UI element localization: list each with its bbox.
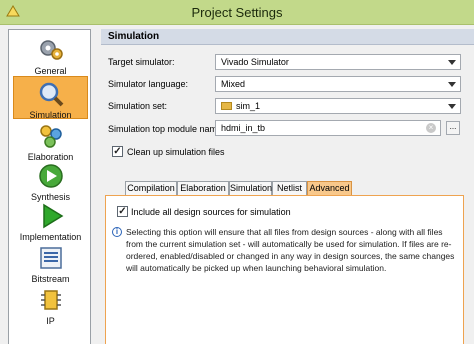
cleanup-label: Clean up simulation files xyxy=(127,147,225,157)
chevron-down-icon xyxy=(448,82,456,87)
sidebar-item-label: Implementation xyxy=(19,232,82,242)
sidebar-item-label: IP xyxy=(46,316,55,326)
elaboration-gears-icon xyxy=(39,125,62,148)
info-text: Selecting this option will ensure that a… xyxy=(126,227,455,273)
tab-simulation[interactable]: Simulation xyxy=(229,181,272,195)
tab-advanced[interactable]: Advanced xyxy=(307,181,352,195)
simulator-language-label: Simulator language: xyxy=(108,79,189,89)
chevron-down-icon xyxy=(448,104,456,109)
include-all-label: Include all design sources for simulatio… xyxy=(131,207,291,217)
sidebar-item-label: Elaboration xyxy=(27,152,74,162)
simulation-set-label: Simulation set: xyxy=(108,101,168,111)
tab-netlist[interactable]: Netlist xyxy=(272,181,307,195)
sidebar-item-label: General xyxy=(34,66,67,76)
sidebar-item-simulation[interactable]: Simulation xyxy=(13,76,88,120)
sidebar-item-label: Synthesis xyxy=(30,192,71,202)
browse-button[interactable]: ... xyxy=(446,121,460,135)
synthesis-arrow-icon xyxy=(38,164,63,188)
ip-chip-icon xyxy=(40,290,61,310)
sidebar-item-ip[interactable]: IP xyxy=(13,286,88,328)
sidebar-item-bitstream[interactable]: Bitstream xyxy=(13,244,88,286)
category-sidebar: General Simulation Elaboration Synthesis… xyxy=(8,29,91,344)
top-module-input[interactable]: hdmi_in_tb × xyxy=(215,120,441,136)
bitstream-file-icon xyxy=(39,247,62,269)
advanced-tab-panel: ✓ Include all design sources for simulat… xyxy=(105,195,464,344)
sidebar-item-label: Bitstream xyxy=(31,274,70,284)
folder-icon xyxy=(221,102,232,110)
sidebar-item-label: Simulation xyxy=(29,110,72,120)
top-module-value: hdmi_in_tb xyxy=(221,123,266,133)
clear-icon[interactable]: × xyxy=(426,123,436,133)
top-module-label: Simulation top module name: xyxy=(108,124,225,134)
sidebar-item-implementation[interactable]: Implementation xyxy=(13,202,88,246)
simulation-set-select[interactable]: sim_1 xyxy=(215,98,461,114)
section-title: Simulation xyxy=(101,29,474,45)
tab-compilation[interactable]: Compilation xyxy=(125,181,177,195)
run-triangle-icon xyxy=(42,203,63,229)
magnifier-icon xyxy=(39,82,63,107)
gears-icon xyxy=(39,40,63,60)
settings-panel: Simulation Target simulator: Vivado Simu… xyxy=(101,29,474,344)
include-all-checkbox[interactable]: ✓ xyxy=(117,206,128,217)
simulator-language-select[interactable]: Mixed xyxy=(215,76,461,92)
window-title: Project Settings xyxy=(191,5,283,20)
sidebar-item-elaboration[interactable]: Elaboration xyxy=(13,122,88,162)
title-bar: Project Settings xyxy=(0,0,474,25)
target-simulator-label: Target simulator: xyxy=(108,57,175,67)
chevron-down-icon xyxy=(448,60,456,65)
sidebar-item-general[interactable]: General xyxy=(13,36,88,78)
simulator-language-value: Mixed xyxy=(221,79,246,89)
tab-elaboration[interactable]: Elaboration xyxy=(177,181,229,195)
sidebar-item-synthesis[interactable]: Synthesis xyxy=(13,162,88,202)
info-icon: i xyxy=(112,227,122,237)
simulation-set-value: sim_1 xyxy=(236,101,261,111)
target-simulator-select[interactable]: Vivado Simulator xyxy=(215,54,461,70)
target-simulator-value: Vivado Simulator xyxy=(221,57,289,67)
cleanup-checkbox[interactable]: ✓ xyxy=(112,146,123,157)
